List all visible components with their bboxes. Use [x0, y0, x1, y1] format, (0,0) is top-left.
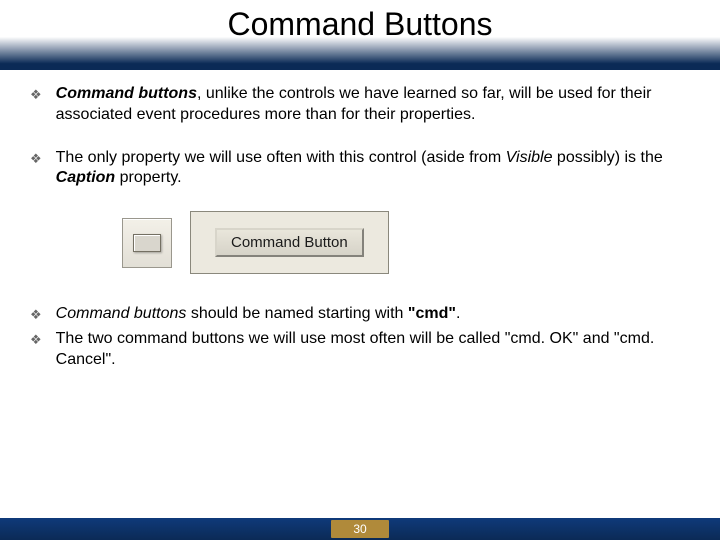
bullet-3-text: Command buttons should be named starting…: [56, 304, 461, 325]
bullet-1-text: Command buttons, unlike the controls we …: [56, 84, 688, 126]
bullet-icon: ❖: [30, 87, 42, 104]
title-band: Command Buttons: [0, 0, 720, 70]
page-number: 30: [331, 520, 388, 538]
bullet-4: ❖ The two command buttons we will use mo…: [30, 329, 688, 371]
bullet-icon: ❖: [30, 151, 42, 168]
illustration-row: Command Button: [122, 211, 688, 274]
bullet-4-text: The two command buttons we will use most…: [56, 329, 688, 371]
toolbox-button-icon: [122, 218, 172, 268]
bullet-icon: ❖: [30, 332, 42, 349]
bullet-2-text: The only property we will use often with…: [56, 148, 688, 190]
bullet-2: ❖ The only property we will use often wi…: [30, 148, 688, 190]
bullet-1: ❖ Command buttons, unlike the controls w…: [30, 84, 688, 126]
slide-title: Command Buttons: [227, 6, 492, 43]
bullet-3: ❖ Command buttons should be named starti…: [30, 304, 688, 325]
sample-button-frame: Command Button: [190, 211, 389, 274]
bullet-icon: ❖: [30, 307, 42, 324]
slide-body: ❖ Command buttons, unlike the controls w…: [0, 70, 720, 371]
footer-bar: 30: [0, 518, 720, 540]
command-button-glyph-icon: [133, 234, 161, 252]
sample-command-button[interactable]: Command Button: [215, 228, 364, 257]
